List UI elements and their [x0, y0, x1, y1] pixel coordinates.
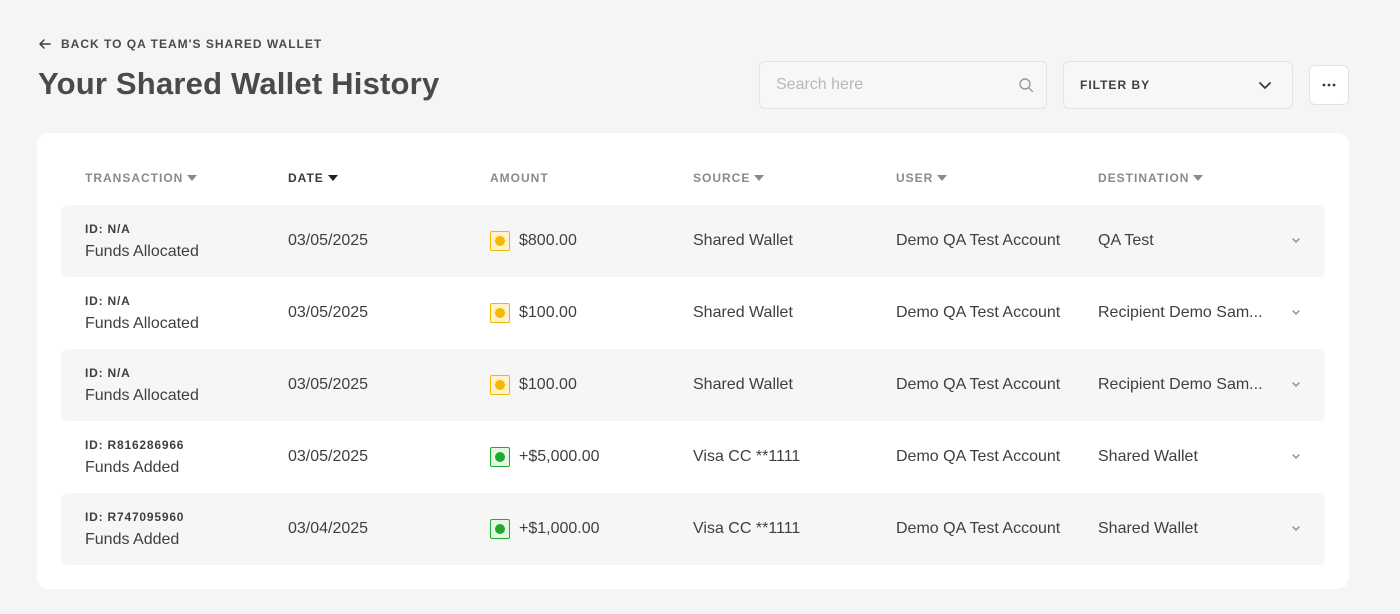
- table-row[interactable]: ID: N/A Funds Allocated 03/05/2025 $800.…: [61, 205, 1325, 277]
- expand-chevron-icon[interactable]: [1291, 523, 1301, 533]
- table-row[interactable]: ID: R747095960 Funds Added 03/04/2025 +$…: [61, 493, 1325, 565]
- date-cell: 03/04/2025: [288, 520, 369, 537]
- date-cell: 03/05/2025: [288, 304, 369, 321]
- filter-label: FILTER BY: [1080, 78, 1151, 92]
- search-input[interactable]: [776, 76, 1018, 94]
- date-cell: 03/05/2025: [288, 232, 369, 249]
- status-added-icon: [490, 447, 510, 467]
- expand-chevron-icon[interactable]: [1291, 307, 1301, 317]
- source-cell: Shared Wallet: [693, 232, 793, 249]
- more-options-button[interactable]: [1309, 65, 1349, 105]
- transaction-cell: ID: N/A Funds Allocated: [85, 349, 199, 421]
- transaction-type: Funds Allocated: [85, 242, 199, 260]
- transaction-type: Funds Allocated: [85, 314, 199, 332]
- table-header: TRANSACTION DATE AMOUNT SOURCE USER DEST…: [37, 171, 1349, 191]
- status-added-icon: [490, 519, 510, 539]
- status-allocated-icon: [490, 375, 510, 395]
- transaction-id: ID: N/A: [85, 221, 131, 236]
- column-header-date[interactable]: DATE: [288, 171, 338, 185]
- table-row[interactable]: ID: N/A Funds Allocated 03/05/2025 $100.…: [61, 277, 1325, 349]
- search-icon[interactable]: [1018, 77, 1034, 93]
- transaction-cell: ID: N/A Funds Allocated: [85, 205, 199, 277]
- amount-cell: $800.00: [519, 232, 577, 249]
- column-header-user[interactable]: USER: [896, 171, 948, 185]
- column-header-amount: AMOUNT: [490, 171, 549, 185]
- sort-caret-icon: [187, 175, 198, 181]
- more-dots-icon: [1322, 83, 1336, 87]
- transaction-cell: ID: R816286966 Funds Added: [85, 421, 184, 493]
- source-cell: Visa CC **1111: [693, 520, 801, 537]
- transaction-id: ID: N/A: [85, 293, 131, 308]
- transaction-id: ID: R747095960: [85, 509, 185, 524]
- transaction-cell: ID: N/A Funds Allocated: [85, 277, 199, 349]
- table-row[interactable]: ID: R816286966 Funds Added 03/05/2025 +$…: [61, 421, 1325, 493]
- sort-caret-icon: [937, 175, 948, 181]
- expand-chevron-icon[interactable]: [1291, 235, 1301, 245]
- sort-caret-icon: [327, 175, 338, 181]
- filter-dropdown[interactable]: FILTER BY: [1063, 61, 1293, 109]
- back-link-label: BACK TO QA TEAM'S SHARED WALLET: [61, 37, 323, 51]
- amount-cell: $100.00: [519, 376, 577, 393]
- source-cell: Visa CC **1111: [693, 448, 801, 465]
- page-title: Your Shared Wallet History: [38, 66, 440, 101]
- user-cell: Demo QA Test Account: [896, 520, 1061, 537]
- date-cell: 03/05/2025: [288, 448, 369, 465]
- sort-caret-icon: [754, 175, 765, 181]
- history-table-card: TRANSACTION DATE AMOUNT SOURCE USER DEST…: [37, 133, 1349, 589]
- transaction-id: ID: R816286966: [85, 437, 185, 452]
- table-row[interactable]: ID: N/A Funds Allocated 03/05/2025 $100.…: [61, 349, 1325, 421]
- user-cell: Demo QA Test Account: [896, 304, 1061, 321]
- expand-chevron-icon[interactable]: [1291, 451, 1301, 461]
- amount-cell: +$1,000.00: [519, 520, 600, 537]
- status-allocated-icon: [490, 303, 510, 323]
- transaction-id: ID: N/A: [85, 365, 131, 380]
- amount-cell: +$5,000.00: [519, 448, 600, 465]
- back-link[interactable]: BACK TO QA TEAM'S SHARED WALLET: [38, 37, 322, 51]
- status-allocated-icon: [490, 231, 510, 251]
- transaction-cell: ID: R747095960 Funds Added: [85, 493, 184, 565]
- arrow-left-icon: [39, 39, 51, 49]
- destination-cell: Shared Wallet: [1098, 448, 1198, 465]
- chevron-down-icon: [1259, 82, 1271, 89]
- user-cell: Demo QA Test Account: [896, 376, 1061, 393]
- source-cell: Shared Wallet: [693, 304, 793, 321]
- user-cell: Demo QA Test Account: [896, 232, 1061, 249]
- table-body: ID: N/A Funds Allocated 03/05/2025 $800.…: [61, 205, 1325, 565]
- search-box[interactable]: [759, 61, 1047, 109]
- transaction-type: Funds Added: [85, 530, 180, 548]
- destination-cell: Recipient Demo Sam...: [1098, 304, 1263, 321]
- transaction-type: Funds Added: [85, 458, 180, 476]
- user-cell: Demo QA Test Account: [896, 448, 1061, 465]
- expand-chevron-icon[interactable]: [1291, 379, 1301, 389]
- transaction-type: Funds Allocated: [85, 386, 199, 404]
- destination-cell: QA Test: [1098, 232, 1154, 249]
- date-cell: 03/05/2025: [288, 376, 369, 393]
- amount-cell: $100.00: [519, 304, 577, 321]
- source-cell: Shared Wallet: [693, 376, 793, 393]
- destination-cell: Recipient Demo Sam...: [1098, 376, 1263, 393]
- destination-cell: Shared Wallet: [1098, 520, 1198, 537]
- column-header-source[interactable]: SOURCE: [693, 171, 765, 185]
- sort-caret-icon: [1193, 175, 1204, 181]
- column-header-transaction[interactable]: TRANSACTION: [85, 171, 198, 185]
- column-header-destination[interactable]: DESTINATION: [1098, 171, 1204, 185]
